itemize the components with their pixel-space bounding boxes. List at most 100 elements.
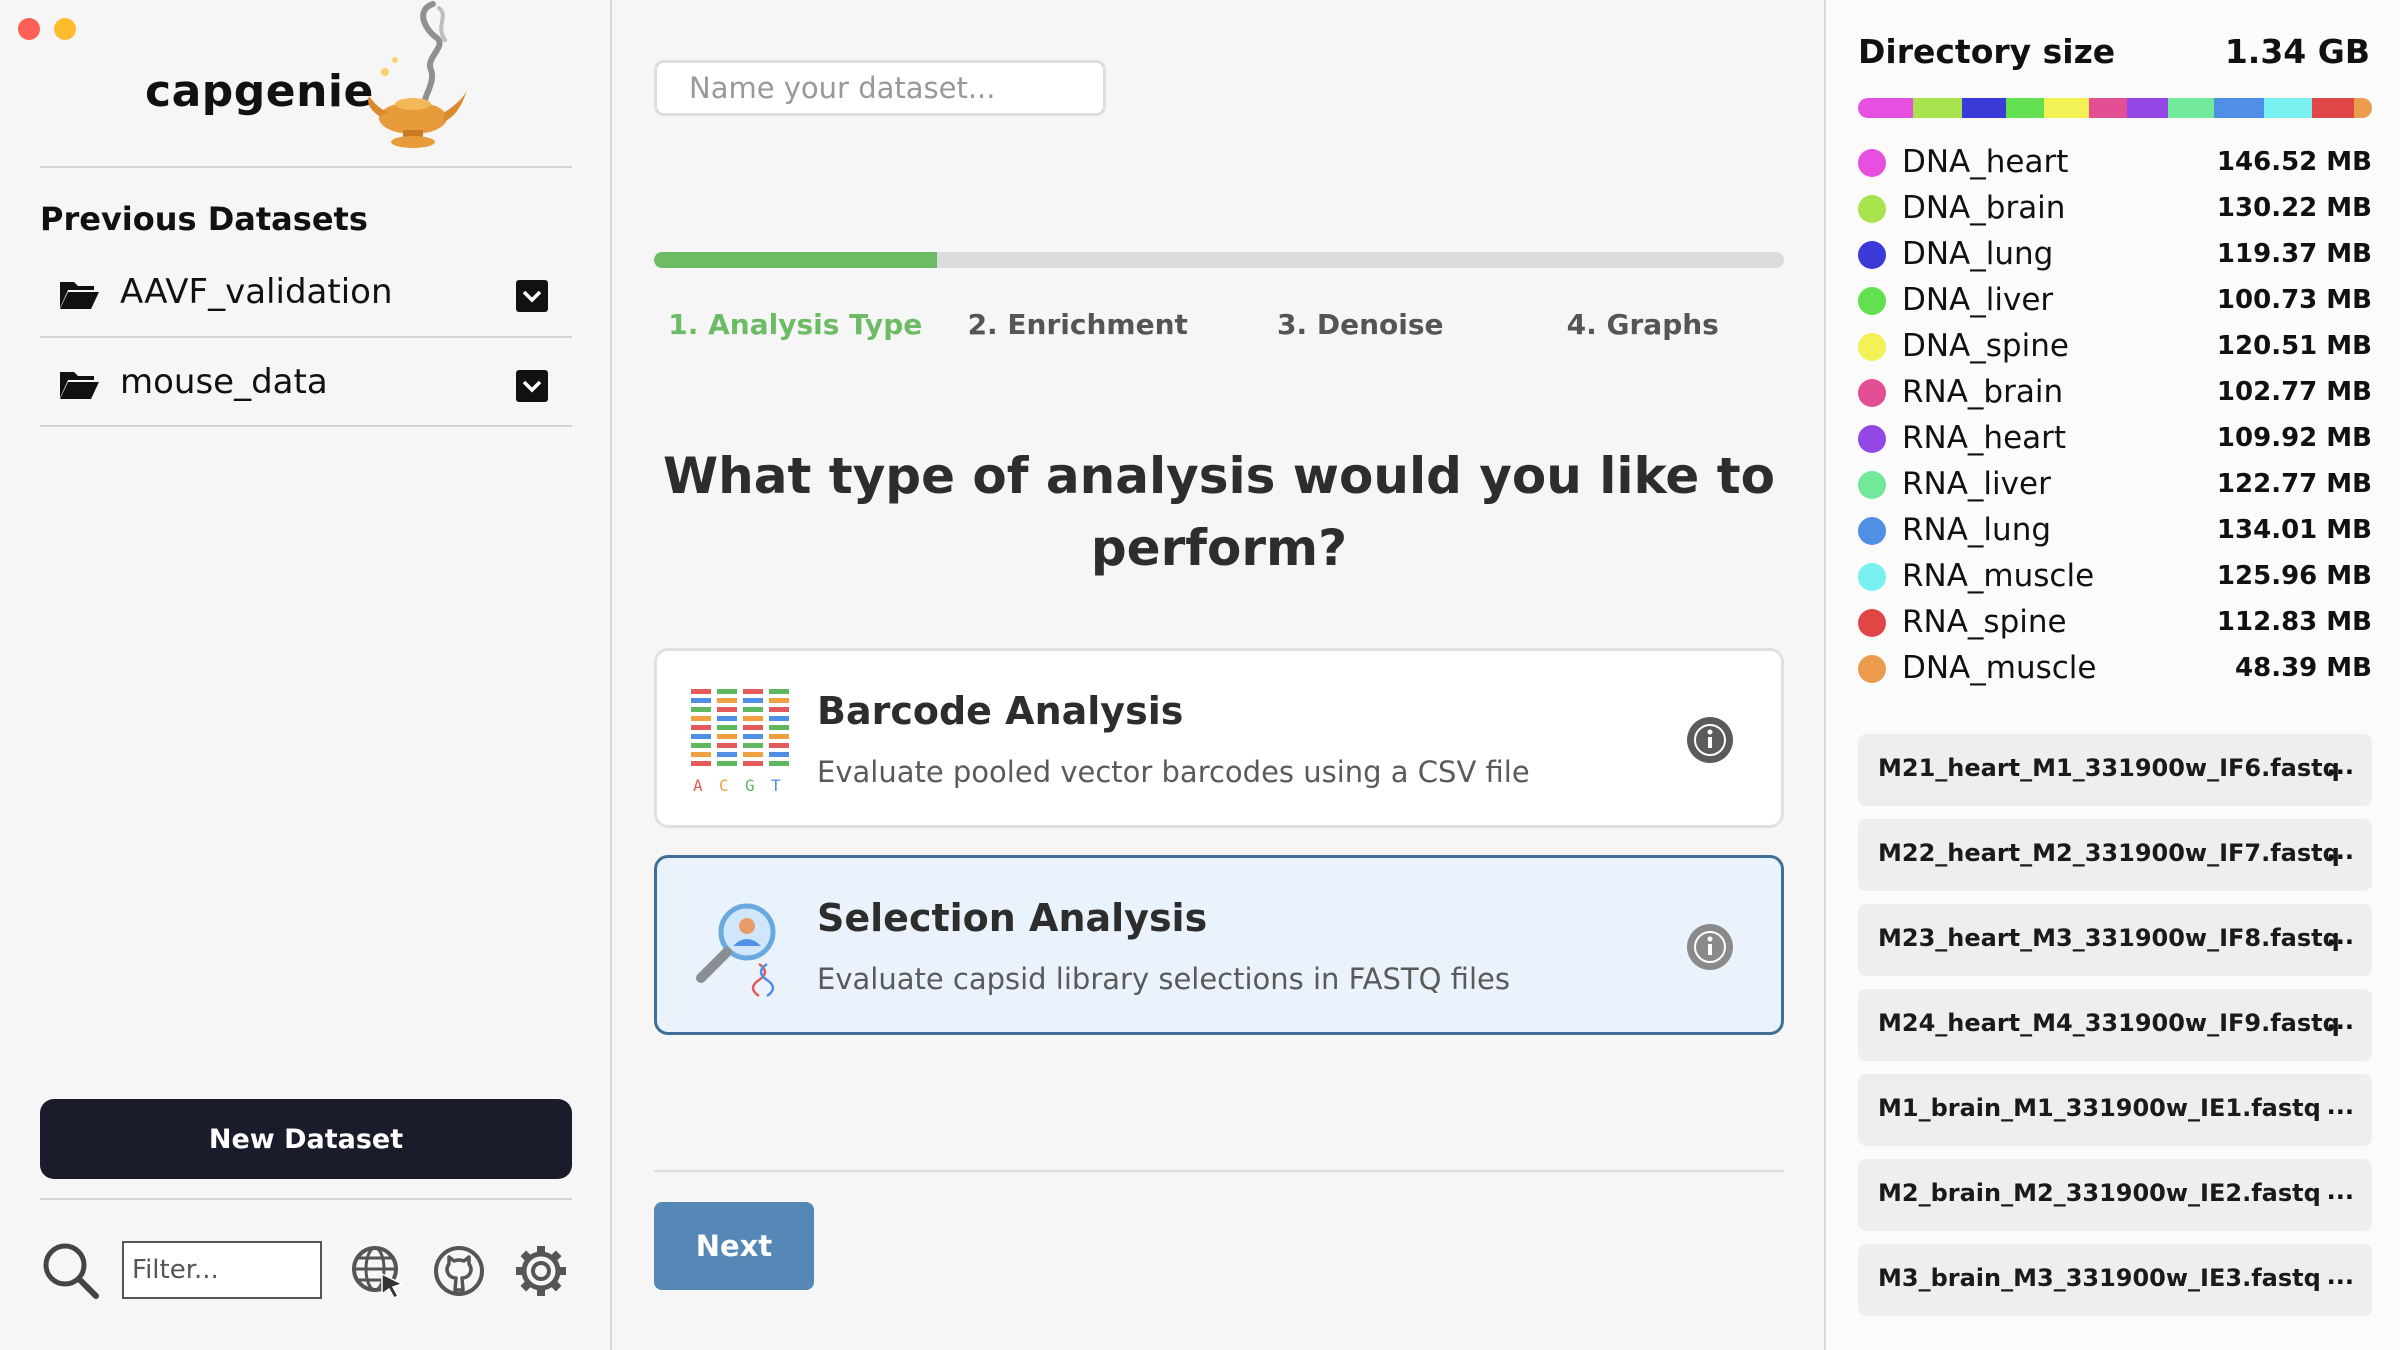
info-icon[interactable]	[1685, 715, 1735, 765]
step-enrichment[interactable]: 2. Enrichment	[937, 308, 1220, 352]
option-title: Barcode Analysis	[817, 689, 1184, 733]
file-item[interactable]: M22_heart_M2_331900w_IF7.fastq...	[1858, 819, 2372, 891]
legend-color-dot	[1858, 471, 1886, 499]
step-graphs[interactable]: 4. Graphs	[1502, 308, 1785, 352]
app-name: capgenie	[145, 66, 374, 117]
barcode-sequence-icon: A C G T	[691, 689, 789, 795]
size-bar-segment	[2127, 98, 2169, 118]
file-name: M2_brain_M2_331900w_IE2.fastq	[1878, 1179, 2321, 1207]
size-bar-segment	[2043, 98, 2089, 118]
barcode-stripe	[691, 752, 711, 757]
legend-color-dot	[1858, 333, 1886, 361]
more-options-button[interactable]: ...	[2327, 1007, 2354, 1035]
barcode-stripe	[691, 698, 711, 703]
dataset-label: mouse_data	[120, 362, 328, 402]
legend-color-dot	[1858, 517, 1886, 545]
step-denoise[interactable]: 3. Denoise	[1219, 308, 1502, 352]
github-icon[interactable]	[432, 1244, 486, 1298]
barcode-stripe	[717, 761, 737, 766]
dataset-item-mouse-data[interactable]: mouse_data	[40, 338, 572, 426]
legend-name: DNA_spine	[1902, 328, 2069, 364]
svg-text:T: T	[771, 776, 781, 795]
analysis-question: What type of analysis would you like to …	[663, 447, 1775, 577]
legend-color-dot	[1858, 149, 1886, 177]
chevron-down-icon[interactable]	[516, 370, 548, 402]
directory-legend-item: RNA_spine 112.83 MB	[1858, 600, 2372, 646]
file-item[interactable]: M1_brain_M1_331900w_IE1.fastq...	[1858, 1074, 2372, 1146]
size-bar-segment	[2006, 98, 2044, 118]
dataset-item-aavf-validation[interactable]: AAVF_validation	[40, 248, 572, 336]
more-options-button[interactable]: ...	[2327, 922, 2354, 950]
more-options-button[interactable]: ...	[2327, 837, 2354, 865]
barcode-analysis-option[interactable]: A C G T Barcode Analysis Evaluate pooled…	[654, 648, 1784, 828]
next-button[interactable]: Next	[654, 1202, 814, 1290]
chevron-down-icon[interactable]	[516, 280, 548, 312]
file-item[interactable]: M23_heart_M3_331900w_IF8.fastq...	[1858, 904, 2372, 976]
size-bar-segment	[1961, 98, 2007, 118]
file-item[interactable]: M2_brain_M2_331900w_IE2.fastq...	[1858, 1159, 2372, 1231]
legend-color-dot	[1858, 195, 1886, 223]
barcode-stripe	[717, 725, 737, 730]
magnifier-dna-icon	[696, 903, 776, 998]
more-options-button[interactable]: ...	[2327, 1092, 2354, 1120]
legend-name: RNA_lung	[1902, 512, 2052, 548]
close-window-button[interactable]	[18, 18, 40, 40]
barcode-stripe	[691, 689, 711, 694]
minimize-window-button[interactable]	[54, 18, 76, 40]
barcode-stripe	[769, 698, 789, 703]
file-name: M22_heart_M2_331900w_IF7.fastq	[1878, 839, 2340, 867]
file-item[interactable]: M24_heart_M4_331900w_IF9.fastq...	[1858, 989, 2372, 1061]
barcode-stripe	[743, 725, 763, 730]
file-item[interactable]: M21_heart_M1_331900w_IF6.fastq...	[1858, 734, 2372, 806]
legend-size: 130.22 MB	[2216, 193, 2372, 223]
gear-icon[interactable]	[514, 1244, 568, 1298]
dataset-divider	[40, 425, 572, 427]
dataset-label: AAVF_validation	[120, 272, 393, 312]
legend-size: 109.92 MB	[2216, 423, 2372, 453]
new-dataset-button[interactable]: New Dataset	[40, 1099, 572, 1179]
more-options-button[interactable]: ...	[2327, 1177, 2354, 1205]
globe-cursor-icon[interactable]	[350, 1244, 404, 1298]
info-icon[interactable]	[1685, 922, 1735, 972]
legend-color-dot	[1858, 241, 1886, 269]
legend-size: 119.37 MB	[2216, 239, 2372, 269]
legend-name: DNA_muscle	[1902, 650, 2097, 686]
legend-size: 134.01 MB	[2216, 515, 2372, 545]
step-analysis-type[interactable]: 1. Analysis Type	[654, 308, 937, 352]
filter-input[interactable]	[122, 1241, 322, 1299]
legend-color-dot	[1858, 287, 1886, 315]
file-item[interactable]: M3_brain_M3_331900w_IE3.fastq...	[1858, 1244, 2372, 1316]
search-icon[interactable]	[40, 1240, 100, 1300]
directory-legend-item: DNA_brain 130.22 MB	[1858, 186, 2372, 232]
option-description: Evaluate pooled vector barcodes using a …	[817, 755, 1530, 789]
file-name: M1_brain_M1_331900w_IE1.fastq	[1878, 1094, 2321, 1122]
main-panel: 1. Analysis Type 2. Enrichment 3. Denois…	[614, 0, 1824, 1350]
barcode-stripe	[743, 761, 763, 766]
legend-color-dot	[1858, 655, 1886, 683]
barcode-stripe	[769, 743, 789, 748]
barcode-stripe	[691, 725, 711, 730]
more-options-button[interactable]: ...	[2327, 1262, 2354, 1290]
directory-legend-item: RNA_liver 122.77 MB	[1858, 462, 2372, 508]
dataset-name-input[interactable]	[654, 60, 1106, 116]
legend-name: DNA_brain	[1902, 190, 2066, 226]
directory-legend-item: RNA_heart 109.92 MB	[1858, 416, 2372, 462]
legend-size: 146.52 MB	[2216, 147, 2372, 177]
barcode-stripe	[717, 716, 737, 721]
size-bar-segment	[2168, 98, 2215, 118]
size-bar-segment	[2264, 98, 2312, 118]
file-name: M24_heart_M4_331900w_IF9.fastq	[1878, 1009, 2340, 1037]
selection-analysis-option[interactable]: Selection Analysis Evaluate capsid libra…	[654, 855, 1784, 1035]
directory-legend-item: RNA_muscle 125.96 MB	[1858, 554, 2372, 600]
directory-size-bar	[1858, 98, 2372, 118]
barcode-stripe	[717, 752, 737, 757]
genie-lamp-icon	[368, 1, 467, 148]
legend-name: RNA_heart	[1902, 420, 2067, 456]
wizard-progress-bar	[654, 252, 1784, 268]
option-title: Selection Analysis	[817, 896, 1208, 940]
sidebar-tools	[40, 1238, 572, 1302]
barcode-stripe	[743, 689, 763, 694]
legend-size: 112.83 MB	[2216, 607, 2372, 637]
directory-legend: DNA_heart 146.52 MB DNA_brain 130.22 MB DNA_…	[1858, 140, 2372, 692]
more-options-button[interactable]: ...	[2327, 752, 2354, 780]
